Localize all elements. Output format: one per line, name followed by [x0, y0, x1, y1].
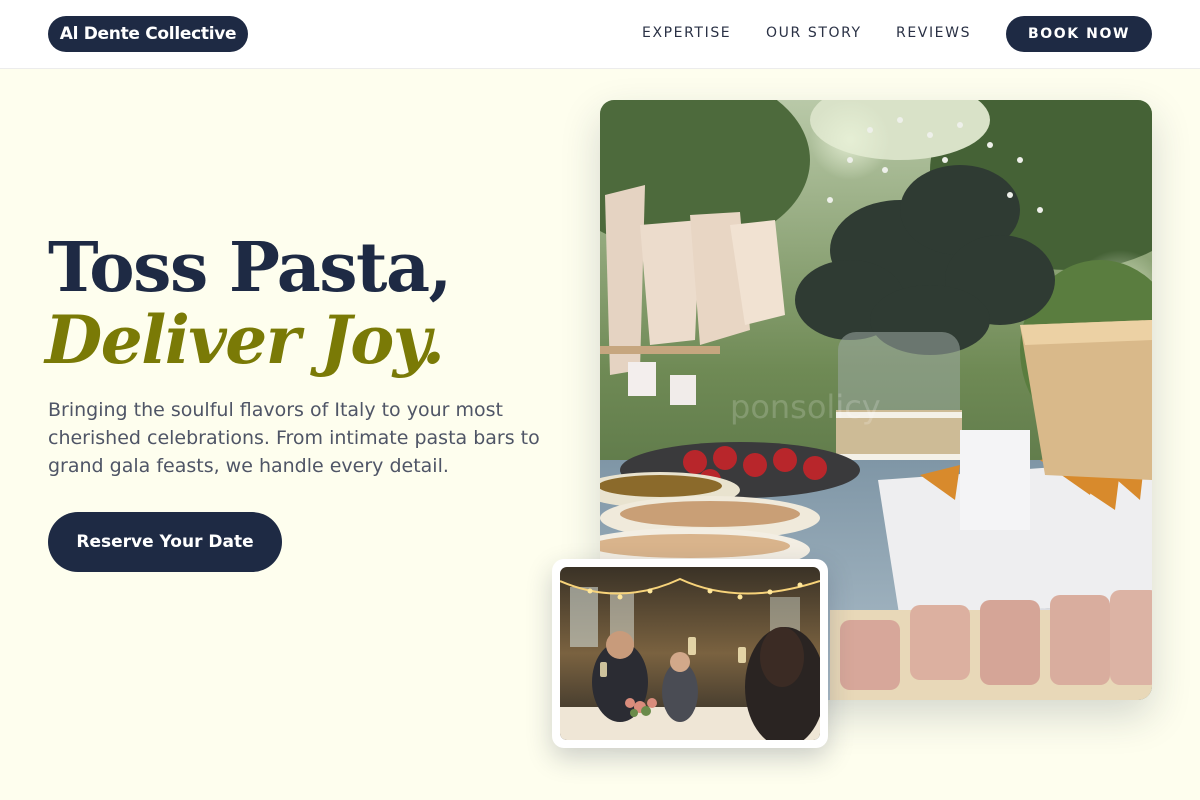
svg-text:ponsolicy: ponsolicy — [730, 388, 881, 426]
nav-link-our-story[interactable]: OUR STORY — [766, 25, 862, 41]
hero-headline-line1: Toss Pasta, — [48, 228, 452, 308]
hero-headline-line2: Deliver Joy. — [45, 301, 445, 379]
inset-photo-frame — [552, 559, 828, 748]
nav-link-reviews[interactable]: REVIEWS — [896, 25, 971, 41]
inset-photo-celebration-toast — [560, 567, 820, 740]
brand-logo[interactable]: Al Dente Collective — [48, 16, 248, 52]
site-header: Al Dente Collective EXPERTISE OUR STORY … — [0, 0, 1200, 69]
hero-headline: Toss Pasta, Deliver Joy. — [45, 228, 568, 379]
book-now-button[interactable]: BOOK NOW — [1006, 16, 1152, 52]
hero-description: Bringing the soulful flavors of Italy to… — [48, 399, 540, 477]
reserve-date-button[interactable]: Reserve Your Date — [48, 512, 282, 572]
nav-link-expertise[interactable]: EXPERTISE — [642, 25, 731, 41]
